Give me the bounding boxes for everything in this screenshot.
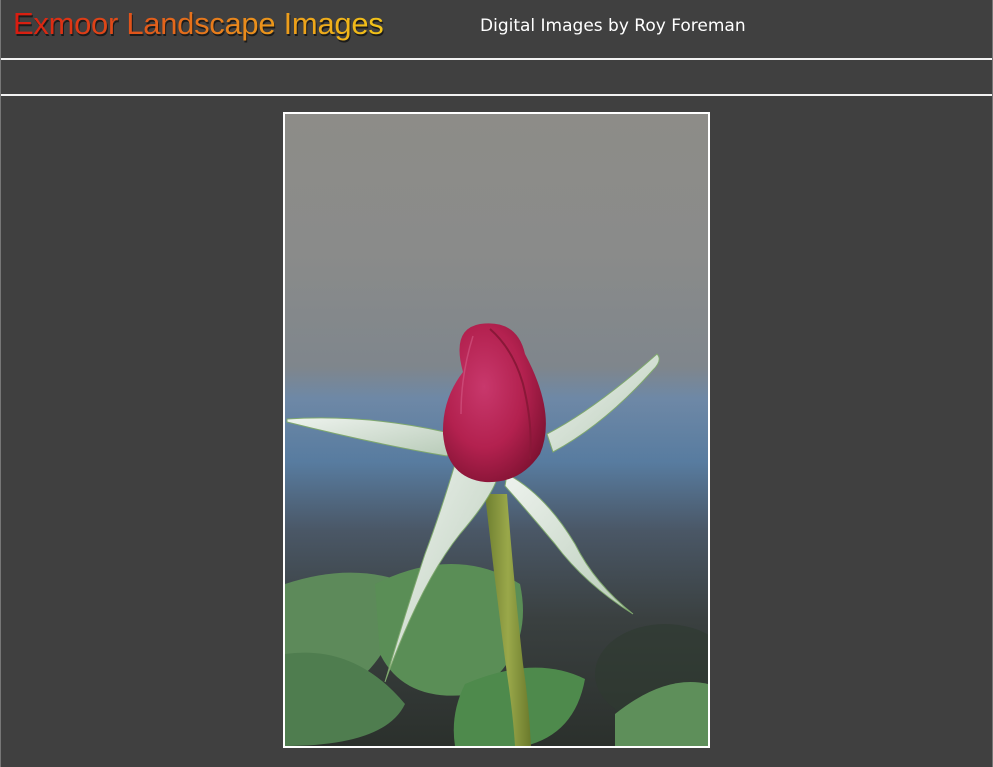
page: Exmoor Landscape Images Digital Images b… (0, 0, 993, 767)
main-photo[interactable] (283, 112, 710, 748)
nav-divider (1, 94, 992, 96)
site-title: Exmoor Landscape Images (13, 6, 384, 41)
site-subtitle: Digital Images by Roy Foreman (480, 16, 746, 36)
rose-bud-photo (285, 114, 708, 746)
nav-bar (1, 60, 992, 94)
header: Exmoor Landscape Images Digital Images b… (1, 0, 992, 58)
